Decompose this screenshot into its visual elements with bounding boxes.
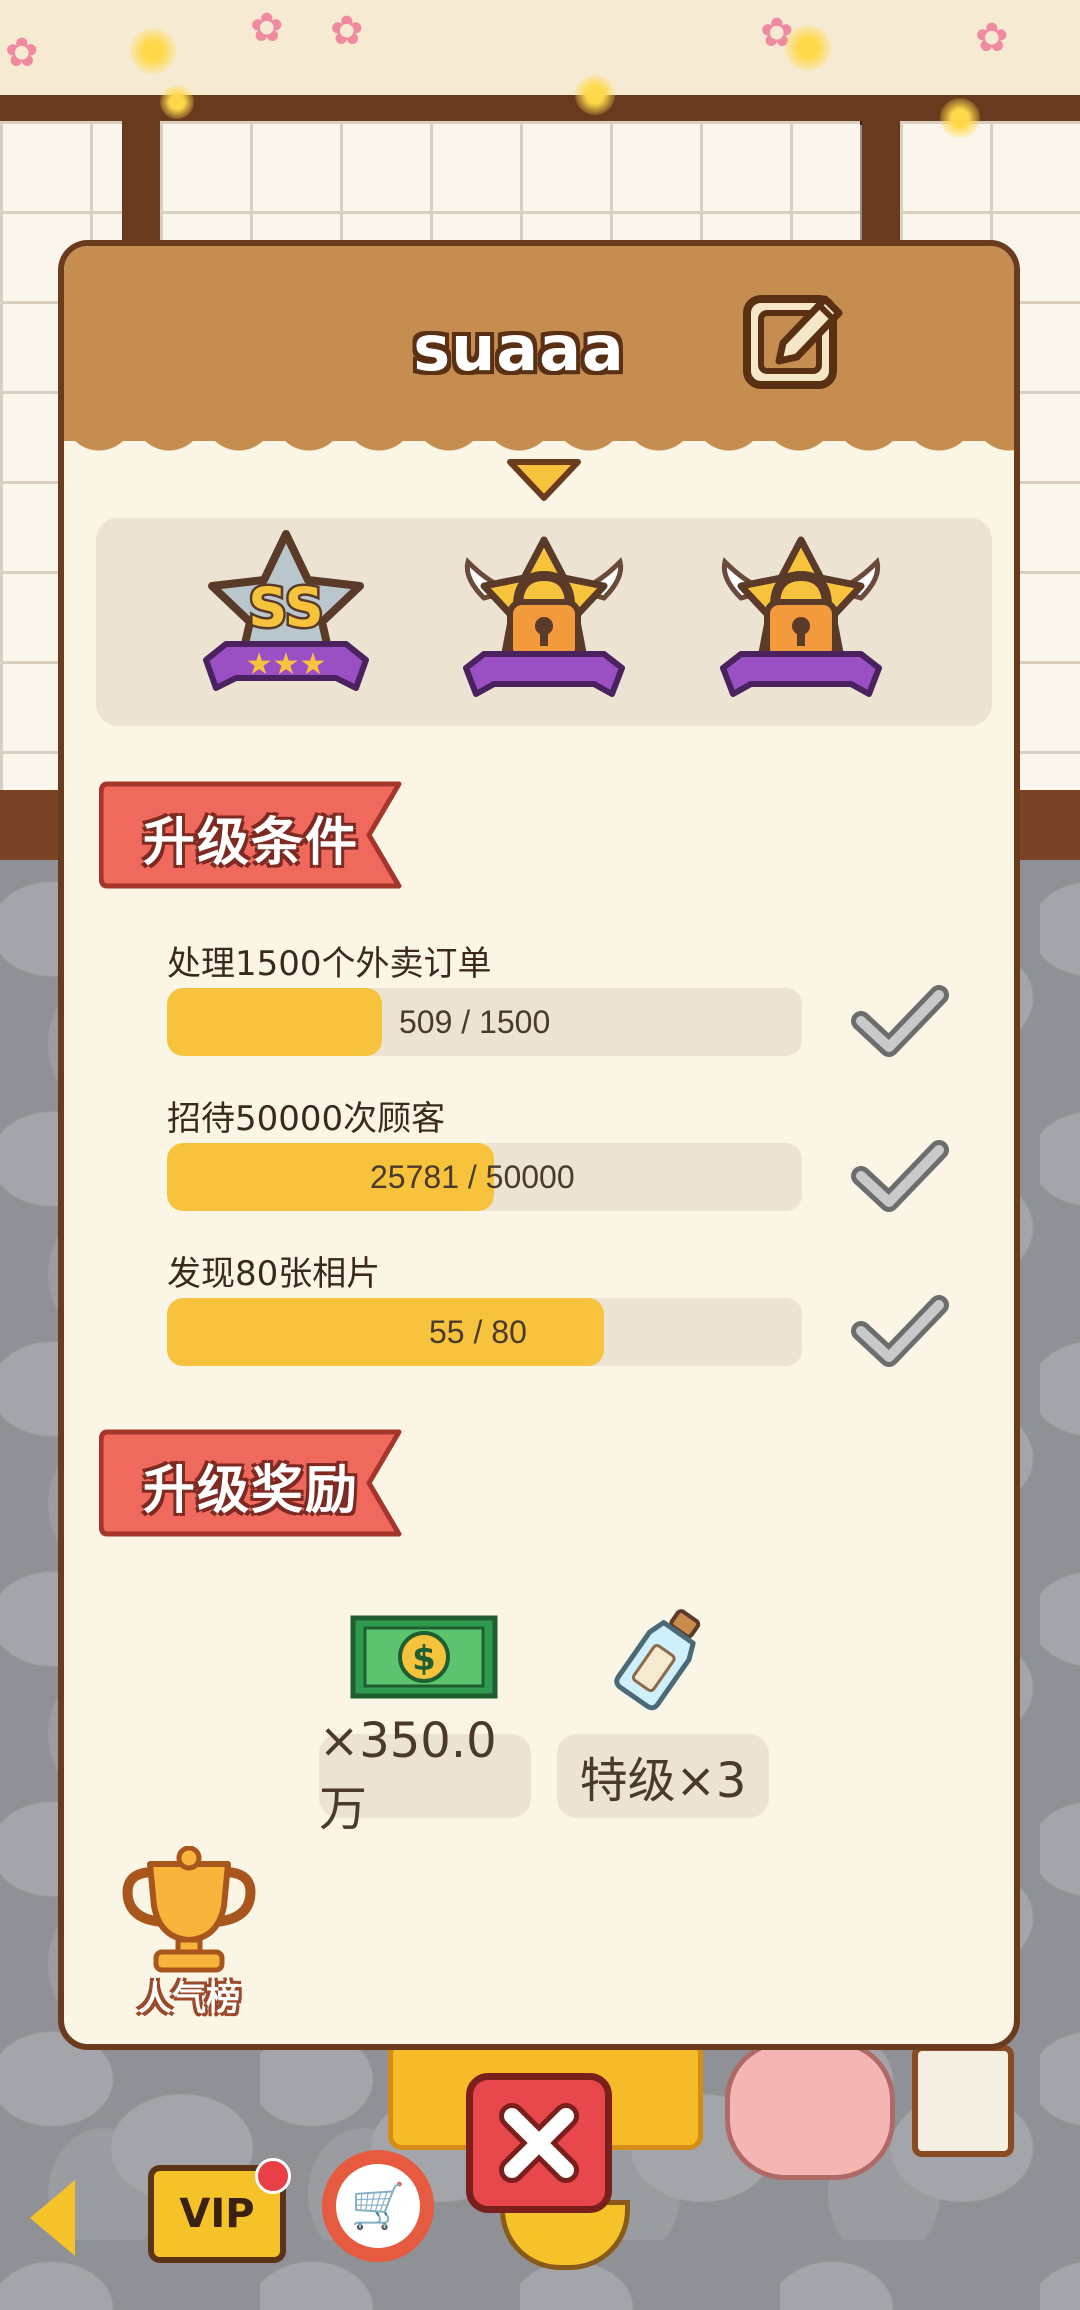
progress-text: 55 / 80 <box>429 1314 527 1350</box>
check-icon <box>851 1140 949 1212</box>
locked-badge-icon[interactable] <box>454 528 634 718</box>
level-up-panel: suaaa SS ★★★ 升级条件 处理1500个外卖订单 509 / 1500… <box>58 240 1020 2050</box>
shop-cart-button[interactable]: 🛒 <box>322 2150 434 2262</box>
vip-label: VIP <box>179 2191 255 2237</box>
piggy-bank[interactable] <box>725 2040 895 2180</box>
progress-bar: 25781 / 50000 <box>167 1143 802 1211</box>
message-bottle-icon <box>614 1609 701 1711</box>
progress-text: 509 / 1500 <box>399 1004 551 1040</box>
progress-bar: 509 / 1500 <box>167 988 802 1056</box>
check-icon <box>851 1295 949 1367</box>
rewards-ribbon: 升级奖励 <box>99 1424 409 1542</box>
blossom-icon: ✿ <box>975 15 1009 61</box>
progress-text: 25781 / 50000 <box>370 1159 575 1195</box>
condition-label: 处理1500个外卖订单 <box>167 944 492 984</box>
bottle-reward-amount: 特级×3 <box>557 1734 769 1818</box>
grade-badges: SS ★★★ <box>96 518 992 726</box>
lantern-light <box>160 85 194 119</box>
rewards-title: 升级奖励 <box>143 1461 360 1521</box>
lantern-light <box>130 28 176 74</box>
left-arrow-icon[interactable] <box>30 2180 75 2256</box>
svg-text:SS: SS <box>248 576 323 639</box>
lantern-light <box>575 75 615 115</box>
svg-text:★★★: ★★★ <box>246 647 327 682</box>
cart-icon: 🛒 <box>350 2181 406 2232</box>
close-icon <box>499 2103 579 2183</box>
check-icon <box>851 985 949 1057</box>
conditions-ribbon: 升级条件 <box>99 776 409 894</box>
progress-fill <box>167 1298 604 1366</box>
blossom-icon: ✿ <box>250 5 284 51</box>
blossom-icon: ✿ <box>330 8 364 54</box>
progress-bar: 55 / 80 <box>167 1298 802 1366</box>
blossom-icon: ✿ <box>5 30 39 76</box>
cash-icon: $ <box>350 1615 498 1699</box>
locked-badge-icon[interactable] <box>711 528 891 718</box>
lantern-light <box>940 98 980 138</box>
player-name: suaaa <box>413 312 625 385</box>
popularity-rank-button[interactable]: 人气榜 <box>114 1845 264 2026</box>
cash-reward-amount: ×350.0万 <box>319 1713 531 1837</box>
lantern-light <box>785 25 831 71</box>
conditions-title: 升级条件 <box>143 813 360 873</box>
rank-label: 人气榜 <box>138 1979 240 2019</box>
condition-label: 招待50000次顾客 <box>167 1099 446 1139</box>
edit-name-icon[interactable] <box>739 281 854 396</box>
condition-label: 发现80张相片 <box>167 1254 381 1294</box>
svg-text:$: $ <box>412 1639 436 1679</box>
notification-dot <box>255 2158 291 2194</box>
chevron-down-icon[interactable] <box>504 454 584 504</box>
trophy-icon <box>122 1845 256 1973</box>
progress-fill <box>167 988 383 1056</box>
notice-board[interactable] <box>912 2045 1014 2157</box>
ss-badge-icon[interactable]: SS ★★★ <box>196 528 376 718</box>
close-button[interactable] <box>466 2073 612 2213</box>
